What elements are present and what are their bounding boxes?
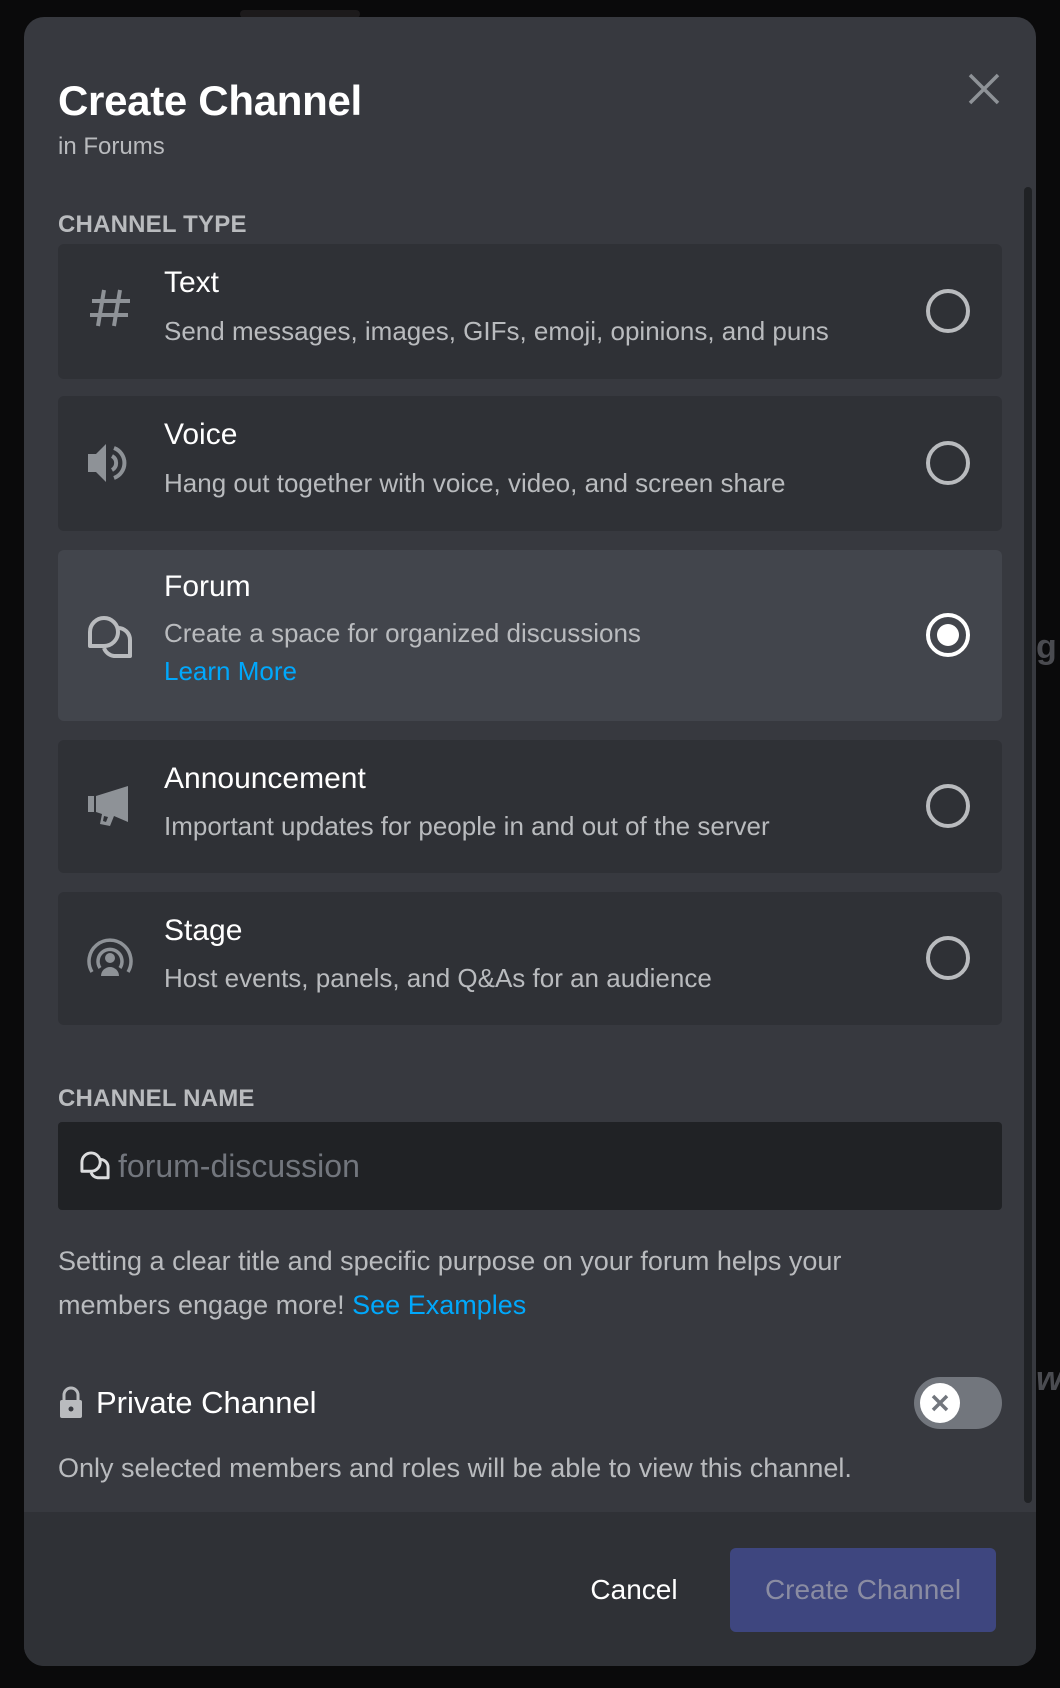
scrollbar[interactable] [1024, 187, 1032, 1503]
forum-icon [84, 612, 136, 664]
create-channel-button[interactable]: Create Channel [730, 1548, 996, 1632]
option-title: Announcement [164, 762, 366, 795]
option-description: Create a space for organized discussions [164, 618, 641, 648]
close-button[interactable] [964, 69, 1004, 109]
modal-footer: Cancel Create Channel [24, 1512, 1036, 1666]
channel-name-input[interactable] [118, 1147, 1002, 1185]
channel-name-field[interactable] [58, 1122, 1002, 1210]
see-examples-link[interactable]: See Examples [352, 1290, 526, 1320]
stage-icon [84, 932, 136, 984]
private-channel-description: Only selected members and roles will be … [58, 1453, 852, 1483]
background-text: g [1036, 628, 1057, 666]
background-text: w [1036, 1360, 1060, 1398]
channel-type-option-announcement[interactable]: Announcement Important updates for peopl… [58, 740, 1002, 873]
option-description: Host events, panels, and Q&As for an aud… [164, 963, 712, 993]
private-channel-toggle[interactable] [914, 1377, 1002, 1429]
radio-button[interactable] [926, 784, 970, 828]
channel-name-helper: Setting a clear title and specific purpo… [58, 1239, 958, 1327]
close-icon [968, 73, 1000, 105]
speaker-icon [84, 436, 136, 488]
toggle-knob [920, 1383, 960, 1423]
channel-type-option-text[interactable]: Text Send messages, images, GIFs, emoji,… [58, 244, 1002, 379]
radio-button-selected[interactable] [926, 613, 970, 657]
modal-subtitle: in Forums [58, 133, 165, 160]
radio-button[interactable] [926, 936, 970, 980]
option-title: Forum [164, 570, 251, 603]
option-description: Send messages, images, GIFs, emoji, opin… [164, 316, 829, 346]
learn-more-link[interactable]: Learn More [164, 656, 297, 687]
radio-button[interactable] [926, 441, 970, 485]
option-title: Text [164, 266, 220, 299]
channel-name-label: CHANNEL NAME [58, 1085, 255, 1112]
option-title: Voice [164, 418, 238, 451]
channel-type-option-voice[interactable]: Voice Hang out together with voice, vide… [58, 396, 1002, 531]
create-channel-modal: Create Channel in Forums CHANNEL TYPE Te… [24, 17, 1036, 1666]
x-icon [931, 1394, 949, 1412]
modal-title: Create Channel [58, 77, 362, 124]
option-title: Stage [164, 914, 243, 947]
cancel-button[interactable]: Cancel [564, 1548, 704, 1632]
channel-type-option-forum[interactable]: Forum Create a space for organized discu… [58, 550, 1002, 721]
option-description: Important updates for people in and out … [164, 811, 770, 841]
channel-type-label: CHANNEL TYPE [58, 211, 247, 238]
lock-icon [58, 1386, 84, 1420]
radio-button[interactable] [926, 289, 970, 333]
hash-icon [84, 282, 136, 334]
option-description: Hang out together with voice, video, and… [164, 468, 786, 498]
megaphone-icon [84, 780, 136, 832]
forum-icon [78, 1149, 112, 1183]
private-channel-label: Private Channel [96, 1385, 317, 1420]
private-channel-row: Private Channel [58, 1377, 317, 1429]
channel-type-option-stage[interactable]: Stage Host events, panels, and Q&As for … [58, 892, 1002, 1025]
